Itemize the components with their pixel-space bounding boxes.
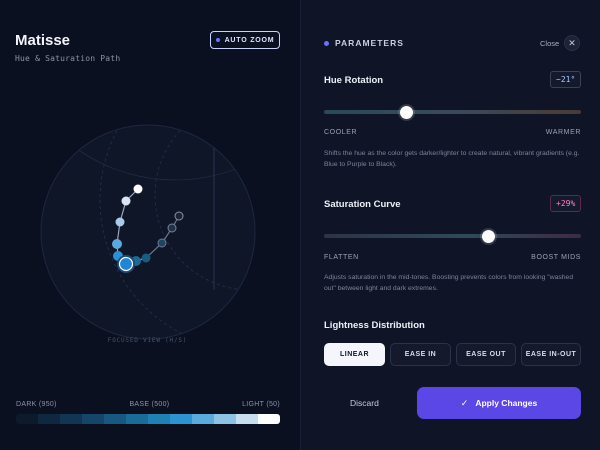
path-point[interactable] (174, 211, 184, 221)
scale-swatch[interactable] (236, 414, 258, 424)
scale-swatch[interactable] (104, 414, 126, 424)
saturation-slider-thumb[interactable] (481, 229, 495, 243)
hue-description: Shifts the hue as the color gets darker/… (324, 150, 580, 168)
scale-swatch[interactable] (38, 414, 60, 424)
scale-swatch[interactable] (192, 414, 214, 424)
base-point[interactable] (118, 256, 134, 272)
saturation-max-label: BOOST MIDS (531, 254, 581, 261)
parameters-panel: PARAMETERS Close ✕ Hue Rotation −21° COO… (301, 0, 600, 450)
scale-swatch[interactable] (16, 414, 38, 424)
close-button[interactable]: ✕ (564, 35, 580, 51)
hue-rotation-title: Hue Rotation (324, 75, 384, 86)
hue-saturation-visualization[interactable] (0, 0, 300, 360)
saturation-min-label: FLATTEN (324, 254, 359, 261)
header-dot-icon (324, 40, 329, 46)
hue-max-label: WARMER (545, 129, 581, 136)
scale-swatch[interactable] (170, 414, 192, 424)
option-linear[interactable]: LINEAR (324, 343, 385, 366)
lightness-distribution-title: Lightness Distribution (324, 320, 425, 331)
scale-dark-label: DARK (950) (16, 401, 57, 408)
option-ease-out[interactable]: EASE OUT (456, 343, 516, 366)
path-point[interactable] (133, 184, 143, 194)
close-icon: ✕ (568, 37, 576, 48)
saturation-slider-track[interactable] (324, 234, 581, 238)
close-label[interactable]: Close (540, 39, 559, 48)
option-ease-in-out[interactable]: EASE IN-OUT (521, 343, 581, 366)
hue-slider-thumb[interactable] (399, 105, 413, 119)
saturation-value-badge[interactable]: +29% (550, 195, 582, 212)
apply-changes-button[interactable]: ✓ Apply Changes (417, 387, 581, 419)
color-scale-bar[interactable] (16, 414, 280, 424)
scale-swatch[interactable] (148, 414, 170, 424)
focus-view-label: FOCUSED VIEW (H/S) (107, 337, 188, 344)
hue-min-label: COOLER (324, 129, 358, 136)
focus-circle (40, 124, 256, 340)
scale-swatch[interactable] (126, 414, 148, 424)
hue-slider-track[interactable] (324, 110, 581, 114)
path-point[interactable] (115, 217, 125, 227)
apply-changes-label: Apply Changes (475, 398, 538, 408)
scale-light-label: LIGHT (50) (242, 401, 280, 408)
path-point[interactable] (112, 239, 122, 249)
option-ease-in[interactable]: EASE IN (390, 343, 451, 366)
lightness-options: LINEAR EASE IN EASE OUT EASE IN-OUT (324, 343, 581, 366)
scale-swatch[interactable] (60, 414, 82, 424)
preview-panel: Matisse Hue & Saturation Path AUTO ZOOM (0, 0, 301, 450)
scale-swatch[interactable] (258, 414, 280, 424)
scale-swatch[interactable] (82, 414, 104, 424)
parameters-title: PARAMETERS (335, 38, 404, 48)
path-point[interactable] (121, 196, 131, 206)
hue-range-labels: COOLER WARMER (324, 129, 581, 136)
check-icon: ✓ (460, 397, 469, 408)
scale-base-label: BASE (500) (129, 401, 170, 408)
discard-button[interactable]: Discard (350, 398, 379, 408)
saturation-range-labels: FLATTEN BOOST MIDS (324, 254, 581, 261)
path-point[interactable] (157, 238, 167, 248)
parameters-header: PARAMETERS (324, 38, 404, 48)
path-point[interactable] (167, 223, 177, 233)
path-point[interactable] (141, 253, 151, 263)
scale-labels: DARK (950) BASE (500) LIGHT (50) (16, 401, 280, 408)
saturation-curve-title: Saturation Curve (324, 199, 401, 210)
scale-swatch[interactable] (214, 414, 236, 424)
saturation-description: Adjusts saturation in the mid-tones. Boo… (324, 274, 574, 292)
hue-value-badge[interactable]: −21° (550, 71, 582, 88)
